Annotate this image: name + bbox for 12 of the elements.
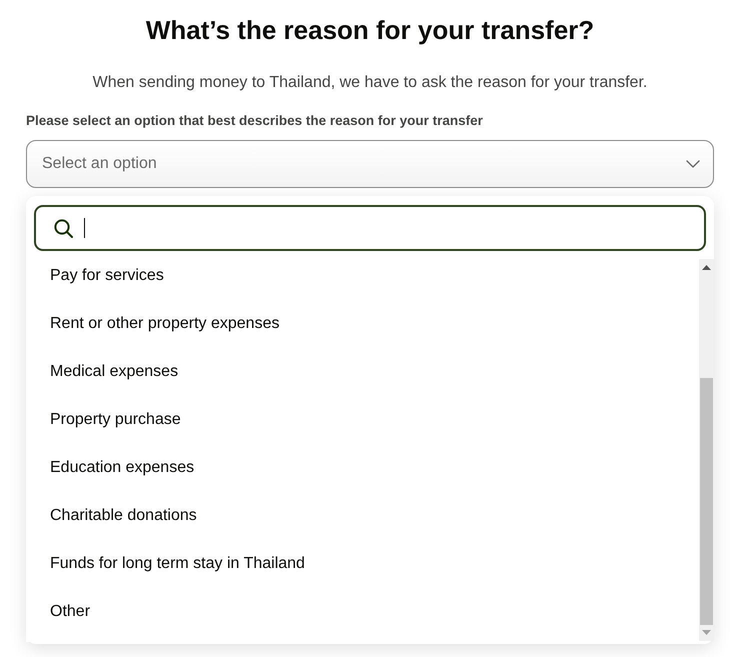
chevron-down-icon bbox=[686, 160, 700, 168]
scroll-up-icon[interactable] bbox=[702, 265, 711, 270]
search-field[interactable] bbox=[34, 205, 706, 251]
page-title: What’s the reason for your transfer? bbox=[146, 14, 594, 47]
text-cursor-icon bbox=[84, 218, 85, 238]
intro-text: When sending money to Thailand, we have to ask the reason for your transfer. bbox=[92, 73, 648, 93]
scrollbar-thumb[interactable] bbox=[700, 378, 713, 625]
search-icon bbox=[54, 218, 73, 238]
reason-select[interactable]: Select an option bbox=[26, 140, 714, 188]
scrollbar[interactable] bbox=[699, 259, 714, 641]
scroll-down-icon[interactable] bbox=[702, 630, 711, 635]
field-label: Please select an option that best describes the reason for your transfer bbox=[26, 112, 483, 130]
